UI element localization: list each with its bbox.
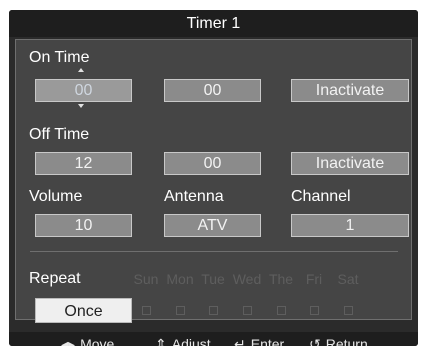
day-sat-label: Sat [337, 271, 359, 287]
return-icon: ↺ [309, 336, 321, 346]
day-fri-label: Fri [305, 271, 323, 287]
channel-label: Channel [291, 188, 351, 205]
day-wed-checkbox[interactable] [243, 306, 252, 315]
timer-settings-panel: On Time 00 00 Inactivate Off Time 12 00 … [15, 39, 412, 323]
divider [30, 251, 398, 252]
left-right-arrows-icon: ◂▸ [61, 336, 76, 346]
off-time-hour-field[interactable]: 12 [35, 152, 132, 175]
antenna-label: Antenna [164, 188, 224, 205]
arrow-up-icon[interactable] [78, 68, 84, 72]
footer-return-label: Return [325, 336, 368, 346]
volume-field[interactable]: 10 [35, 214, 132, 237]
volume-label: Volume [29, 188, 83, 205]
footer-adjust: ⇕ Adjust [155, 332, 211, 346]
up-down-arrows-icon: ⇕ [155, 336, 167, 346]
channel-field[interactable]: 1 [291, 214, 409, 237]
on-time-status-field[interactable]: Inactivate [291, 79, 409, 102]
footer-enter-label: Enter [250, 336, 285, 346]
on-time-hour-field[interactable]: 00 [35, 79, 132, 102]
footer-return: ↺ Return [309, 332, 368, 346]
dialog-title: Timer 1 [9, 10, 418, 37]
timer-dialog: Timer 1 On Time 00 00 Inactivate Off Tim… [9, 10, 418, 346]
day-tue-label: Tue [201, 271, 225, 287]
arrow-down-icon[interactable] [78, 104, 84, 108]
day-tue-checkbox[interactable] [209, 306, 218, 315]
repeat-once-button[interactable]: Once [35, 298, 132, 323]
day-mon-checkbox[interactable] [176, 306, 185, 315]
antenna-field[interactable]: ATV [164, 214, 261, 237]
on-time-label: On Time [29, 49, 90, 66]
day-sun-label: Sun [133, 271, 159, 287]
footer-adjust-label: Adjust [171, 336, 211, 346]
on-time-minute-field[interactable]: 00 [164, 79, 261, 102]
day-sun-checkbox[interactable] [142, 306, 151, 315]
footer-help-bar: ◂▸ Move ⇕ Adjust ↵ Enter ↺ Return [9, 332, 418, 346]
footer-enter: ↵ Enter [234, 332, 284, 346]
repeat-label: Repeat [29, 270, 81, 287]
footer-move-label: Move [80, 336, 115, 346]
day-the-label: The [268, 271, 294, 287]
off-time-status-field[interactable]: Inactivate [291, 152, 409, 175]
day-sat-checkbox[interactable] [344, 306, 353, 315]
off-time-minute-field[interactable]: 00 [164, 152, 261, 175]
off-time-label: Off Time [29, 126, 90, 143]
footer-move: ◂▸ Move [61, 332, 114, 346]
day-wed-label: Wed [232, 271, 262, 287]
day-the-checkbox[interactable] [277, 306, 286, 315]
day-fri-checkbox[interactable] [310, 306, 319, 315]
day-mon-label: Mon [166, 271, 194, 287]
enter-icon: ↵ [234, 336, 246, 346]
